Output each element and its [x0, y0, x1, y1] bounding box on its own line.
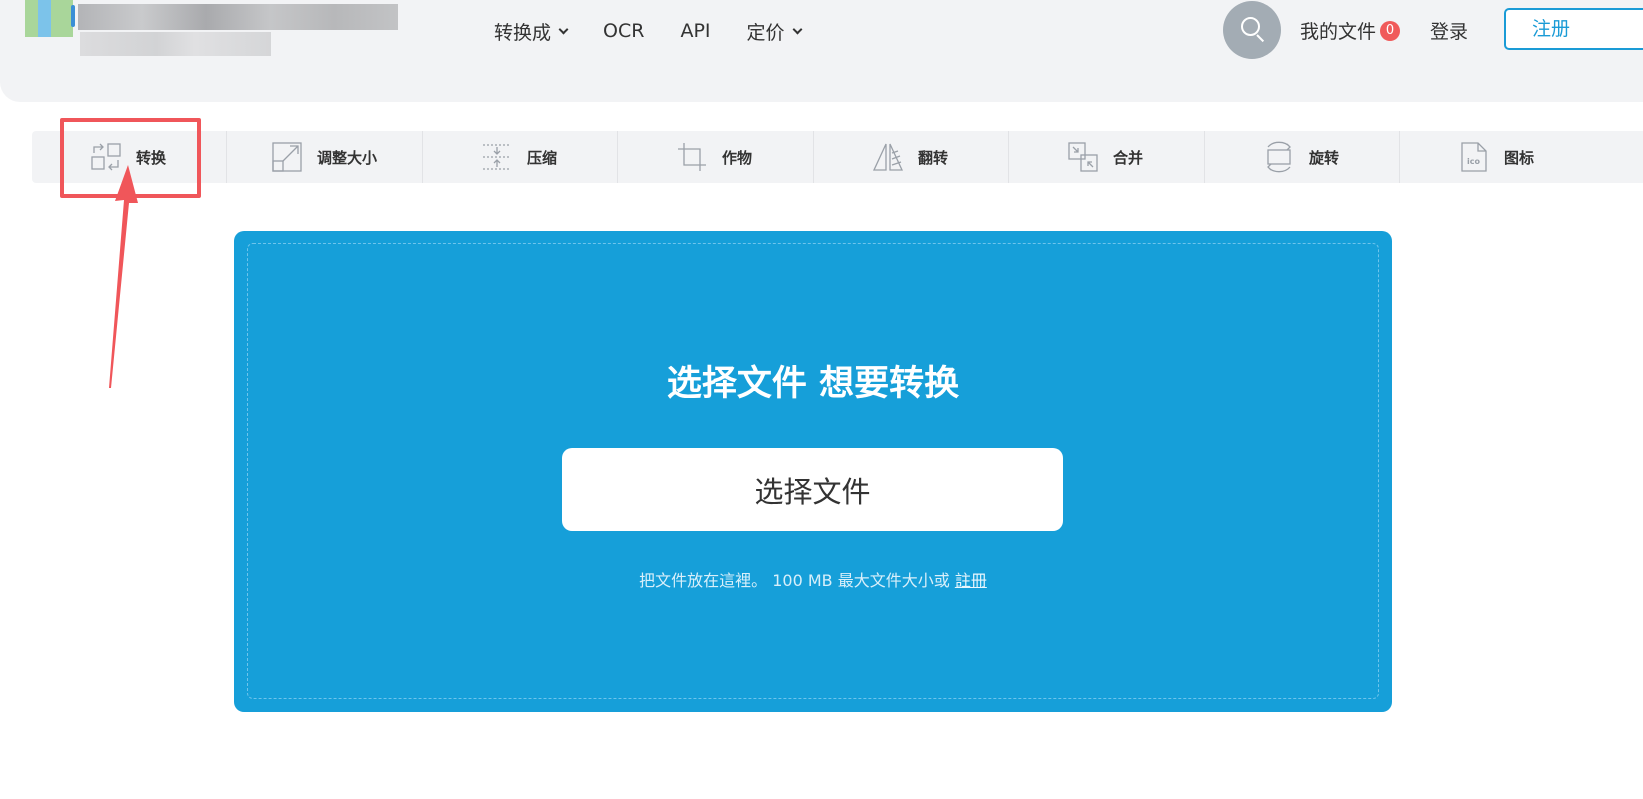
compress-icon: [483, 144, 511, 170]
search-icon-handle: [1256, 34, 1265, 43]
tool-merge[interactable]: 合并: [1009, 131, 1205, 183]
tool-bar: 转换 调整大小 压缩 作物 翻转 合并 旋转 ico 图标: [32, 131, 1643, 183]
logo-icon[interactable]: [25, 0, 75, 37]
chevron-down-icon: [558, 24, 569, 34]
main-nav: 转换成 OCR API 定价: [494, 17, 837, 45]
my-files-label: 我的文件: [1300, 21, 1377, 43]
nav-api[interactable]: API: [680, 17, 710, 45]
upload-title: 选择文件 想要转换: [666, 364, 960, 404]
my-files-link[interactable]: 我的文件 0: [1300, 17, 1401, 44]
signup-button[interactable]: 注册: [1504, 8, 1643, 50]
choose-file-button[interactable]: 选择文件: [562, 448, 1063, 531]
nav-label: 定价: [746, 21, 785, 44]
nav-ocr[interactable]: OCR: [603, 17, 644, 45]
search-button[interactable]: [1223, 1, 1281, 59]
header-background-curve: [0, 60, 1643, 102]
upload-dropzone[interactable]: 选择文件 想要转换 选择文件 把文件放在這裡。 100 MB 最大文件大小或 註…: [234, 231, 1392, 712]
tool-rotate[interactable]: 旋转: [1205, 131, 1400, 183]
merge-icon: [1068, 142, 1098, 172]
ico-icon: ico: [1461, 142, 1487, 172]
crop-icon: [678, 143, 706, 171]
nav-convert-to[interactable]: 转换成: [494, 17, 569, 45]
tool-label: 调整大小: [317, 148, 378, 167]
nav-label: 转换成: [494, 21, 552, 44]
tool-compress[interactable]: 压缩: [423, 131, 618, 183]
nav-pricing[interactable]: 定价: [746, 17, 802, 45]
upload-hint-text: 把文件放在這裡。 100 MB 最大文件大小或: [639, 571, 950, 590]
highlight-box: [60, 118, 201, 198]
resize-icon: [272, 142, 302, 172]
svg-text:ico: ico: [1467, 157, 1480, 166]
login-link[interactable]: 登录: [1430, 17, 1468, 44]
tool-flip[interactable]: 翻转: [814, 131, 1009, 183]
register-link[interactable]: 註冊: [955, 571, 987, 590]
flip-icon: [872, 143, 904, 171]
rotate-icon: [1267, 141, 1291, 173]
tool-label: 翻转: [918, 148, 949, 167]
upload-hint: 把文件放在這裡。 100 MB 最大文件大小或 註冊: [234, 567, 1392, 591]
nav-label: API: [680, 20, 711, 42]
nav-label: OCR: [603, 20, 645, 42]
file-count-badge: 0: [1380, 20, 1401, 41]
chevron-down-icon: [792, 24, 802, 34]
tool-label: 作物: [722, 148, 753, 167]
tool-label: 旋转: [1309, 148, 1340, 167]
tool-label: 压缩: [527, 148, 558, 167]
tool-label: 图标: [1504, 148, 1535, 167]
tool-ico[interactable]: ico 图标: [1400, 131, 1643, 183]
tool-crop[interactable]: 作物: [618, 131, 814, 183]
blurred-site-name: [78, 4, 398, 30]
tool-resize[interactable]: 调整大小: [227, 131, 423, 183]
blurred-site-tagline: [80, 32, 271, 56]
tool-label: 合并: [1113, 148, 1144, 167]
